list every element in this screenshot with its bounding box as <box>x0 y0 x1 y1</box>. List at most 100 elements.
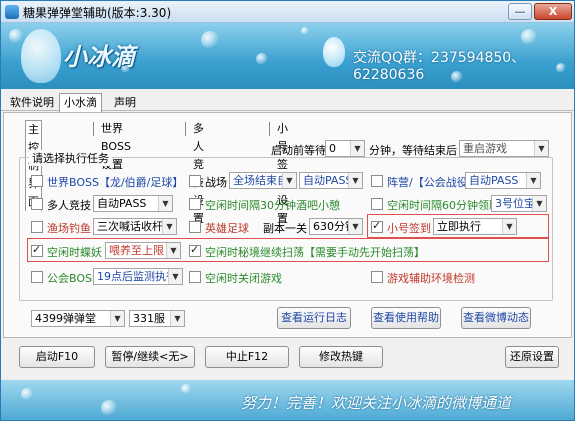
close-button[interactable]: X <box>534 3 572 20</box>
idle60-slot-value: 3号位宝 <box>495 197 535 210</box>
water-drop-mascot-icon <box>21 29 61 83</box>
hero-football-label: 英雄足球 <box>205 222 249 235</box>
fishing-select[interactable]: 三次喊话收杆 ▼ <box>93 218 177 235</box>
view-help-button[interactable]: 查看使用帮助 <box>371 307 441 329</box>
app-icon <box>5 5 19 19</box>
minimize-button[interactable]: — <box>508 3 532 20</box>
hotkey-button[interactable]: 修改热键 <box>299 346 383 368</box>
alt-sign-checkbox[interactable] <box>371 219 383 233</box>
chevron-down-icon: ▼ <box>532 196 546 211</box>
idle-pet-select[interactable]: 喂养至上限 ▼ <box>105 242 181 259</box>
idle60-checkbox[interactable] <box>371 198 383 210</box>
battle-mode-value: 全场结束自 <box>233 174 288 187</box>
qq-group-text: 交流QQ群：237594850、62280636 <box>353 50 526 83</box>
chevron-down-icon: ▼ <box>350 141 364 156</box>
faction-pass-select[interactable]: 自动PASS ▼ <box>465 172 541 189</box>
chevron-down-icon: ▼ <box>110 311 124 326</box>
chevron-down-icon: ▼ <box>168 269 182 284</box>
view-log-button[interactable]: 查看运行日志 <box>277 307 351 329</box>
water-drop-decoration <box>301 27 309 35</box>
idle-pet-value: 喂养至上限 <box>109 244 164 257</box>
battle-pass-value: 自动PASS <box>303 174 353 187</box>
faction-label: 阵营/【公会战役 <box>387 176 468 189</box>
idle-sweep-label: 空闲时秘境继续扫荡【需要手动先开始扫荡】 <box>205 246 425 259</box>
tab-xiaoshuidi[interactable]: 小水滴 <box>59 93 102 112</box>
tab-separator <box>269 122 270 136</box>
countdown-value: 0 <box>329 142 336 155</box>
idle60-slot-select[interactable]: 3号位宝 ▼ <box>491 195 547 212</box>
battle-mode-select[interactable]: 全场结束自 ▼ <box>229 172 297 189</box>
server-select[interactable]: 331服 ▼ <box>129 310 185 327</box>
chevron-down-icon: ▼ <box>158 196 172 211</box>
idle-pet-label: 空闲时蝶妖 <box>47 246 102 259</box>
tab-separator <box>185 122 186 136</box>
stop-button[interactable]: 中止F12 <box>205 346 289 368</box>
logo-text: 小冰滴 <box>63 42 135 71</box>
idle-sweep-checkbox[interactable] <box>189 243 201 257</box>
multi-arena-value: 自动PASS <box>97 197 147 210</box>
view-weibo-button[interactable]: 查看微博动态 <box>461 307 531 329</box>
water-drop-decoration <box>256 53 268 65</box>
water-drop-decoration <box>521 29 537 45</box>
env-check-checkbox[interactable] <box>371 271 383 283</box>
water-drop-decoration <box>21 388 33 400</box>
countdown-select[interactable]: 0 ▼ <box>325 140 365 157</box>
platform-value: 4399弹弹堂 <box>35 312 96 325</box>
faction-pass-value: 自动PASS <box>469 174 519 187</box>
water-drop-decoration <box>9 29 23 43</box>
faction-checkbox[interactable] <box>371 175 383 187</box>
chevron-down-icon: ▼ <box>348 219 362 234</box>
title-bar: 糖果弹弹堂辅助(版本:3.30) — X <box>1 1 574 23</box>
menu-tabs: 软件说明 小水滴 声明 <box>1 91 574 112</box>
guild-boss-value: 19点后监测执行 <box>97 270 177 283</box>
main-window: 糖果弹弹堂辅助(版本:3.30) — X 小冰滴 交流QQ群：237594850… <box>0 0 575 421</box>
water-drop-decoration <box>201 31 219 49</box>
battle-checkbox[interactable] <box>189 175 201 187</box>
tab-separator <box>93 122 94 136</box>
multi-arena-select[interactable]: 自动PASS ▼ <box>93 195 173 212</box>
world-boss-label: 世界BOSS【龙/伯爵/足球】 <box>47 176 184 189</box>
multi-arena-label: 多人竞技 <box>47 199 91 212</box>
multi-arena-checkbox[interactable] <box>31 198 43 210</box>
chevron-down-icon: ▼ <box>526 173 540 188</box>
tab-software-info[interactable]: 软件说明 <box>5 93 59 112</box>
guild-boss-checkbox[interactable] <box>31 271 43 283</box>
battle-pass-select[interactable]: 自动PASS ▼ <box>299 172 363 189</box>
world-boss-checkbox[interactable] <box>31 175 43 187</box>
chevron-down-icon: ▼ <box>282 173 296 188</box>
start-button[interactable]: 启动F10 <box>19 346 95 368</box>
idle-pet-checkbox[interactable] <box>31 243 43 257</box>
platform-select[interactable]: 4399弹弹堂 ▼ <box>31 310 125 327</box>
pause-button[interactable]: 暂停/继续<无> <box>105 346 195 368</box>
hero-football-checkbox[interactable] <box>189 221 201 233</box>
idle-close-checkbox[interactable] <box>189 271 201 283</box>
chevron-down-icon: ▼ <box>162 219 176 234</box>
banner: 小冰滴 交流QQ群：237594850、62280636 <box>1 23 574 89</box>
alt-sign-value: 立即执行 <box>437 220 481 233</box>
window-title: 糖果弹弹堂辅助(版本:3.30) <box>23 6 172 20</box>
after-wait-select[interactable]: 重启游戏 ▼ <box>459 140 549 157</box>
guild-boss-select[interactable]: 19点后监测执行 ▼ <box>93 268 183 285</box>
small-drop-mascot-icon <box>323 37 345 67</box>
dungeon-select[interactable]: 630分钟 ▼ <box>309 218 363 235</box>
fishing-label: 渔场钓鱼 <box>47 222 91 235</box>
idle30-checkbox[interactable] <box>189 198 201 210</box>
idle-close-label: 空闲时关闭游戏 <box>205 272 282 285</box>
chevron-down-icon: ▼ <box>348 173 362 188</box>
footer-banner: 努力！完善！欢迎关注小冰滴的微博通道 <box>1 380 574 420</box>
reset-button[interactable]: 还原设置 <box>505 346 559 368</box>
fishing-value: 三次喊话收杆 <box>97 220 163 233</box>
after-wait-value: 重启游戏 <box>463 142 507 155</box>
idle60-label: 空闲时间隔60分钟领取 <box>387 199 500 212</box>
battle-label: 战场 <box>205 176 227 189</box>
water-drop-decoration <box>101 400 117 416</box>
tab-statement[interactable]: 声明 <box>109 93 141 112</box>
fishing-checkbox[interactable] <box>31 221 43 233</box>
footer-text: 努力！完善！欢迎关注小冰滴的微博通道 <box>241 394 512 412</box>
guild-boss-label: 公会BOSS <box>47 272 99 285</box>
chevron-down-icon: ▼ <box>534 141 548 156</box>
chevron-down-icon: ▼ <box>166 243 180 258</box>
countdown-label: 启动前等待 <box>271 144 326 157</box>
server-value: 331服 <box>133 312 165 325</box>
alt-sign-select[interactable]: 立即执行 ▼ <box>433 218 517 235</box>
